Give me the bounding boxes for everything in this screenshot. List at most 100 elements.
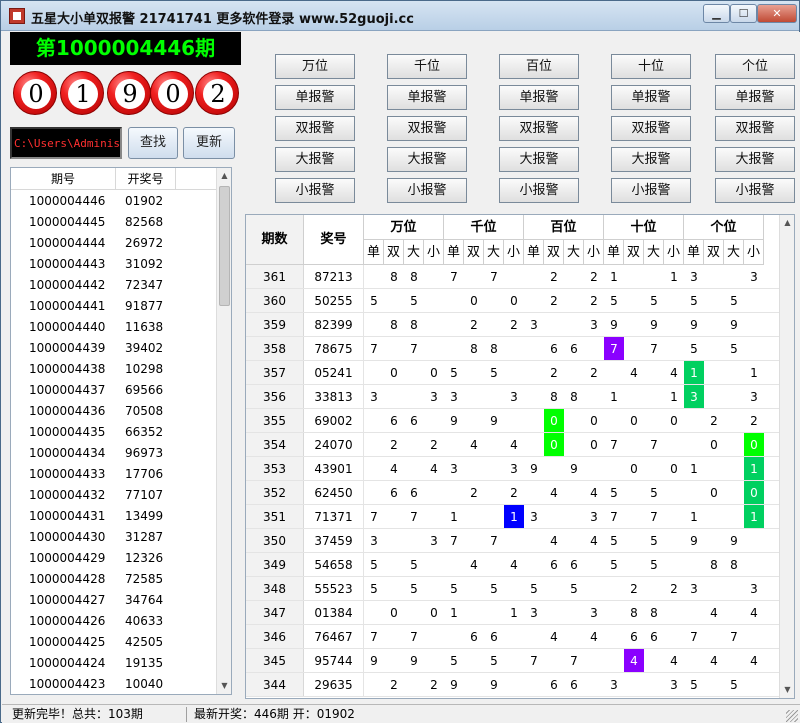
alarm-button[interactable]: 单报警 [387, 85, 467, 110]
history-scrollbar[interactable]: ▲ ▼ [216, 168, 231, 694]
alarm-button[interactable]: 双报警 [387, 116, 467, 141]
table-row[interactable]: 361 87213 8 8 7 7 2 2 1 1 3 3 [246, 265, 779, 289]
history-row[interactable]: 1000004425 42505 [11, 632, 216, 653]
table-cell: 5 [450, 582, 458, 596]
table-row[interactable]: 349 54658 5 5 4 4 6 6 5 5 8 8 [246, 553, 779, 577]
maximize-button[interactable]: ☐ [730, 4, 757, 23]
alarm-button[interactable]: 单报警 [611, 85, 691, 110]
table-row[interactable]: 355 69002 6 6 9 9 0 0 0 0 2 2 [246, 409, 779, 433]
scroll-up-icon[interactable]: ▲ [217, 168, 231, 184]
history-number: 13499 [125, 509, 164, 523]
history-row[interactable]: 1000004434 96973 [11, 443, 216, 464]
alarm-button[interactable]: 大报警 [715, 147, 795, 172]
table-row[interactable]: 354 24070 2 2 4 4 0 0 7 7 0 0 [246, 433, 779, 457]
history-row[interactable]: 1000004442 72347 [11, 275, 216, 296]
column-header-number[interactable]: 开奖号 [116, 168, 176, 190]
table-row[interactable]: 360 50255 5 5 0 0 2 2 5 5 5 5 [246, 289, 779, 313]
history-row[interactable]: 1000004445 82568 [11, 212, 216, 233]
history-row[interactable]: 1000004444 26972 [11, 233, 216, 254]
table-row[interactable]: 344 29635 2 2 9 9 6 6 3 3 5 5 [246, 673, 779, 697]
history-row[interactable]: 1000004431 13499 [11, 506, 216, 527]
history-row[interactable]: 1000004427 34764 [11, 590, 216, 611]
position-button-2[interactable]: 千位 [387, 54, 467, 79]
position-button-3[interactable]: 百位 [499, 54, 579, 79]
history-row[interactable]: 1000004423 10040 [11, 674, 216, 694]
alarm-button[interactable]: 单报警 [715, 85, 795, 110]
table-row[interactable]: 359 82399 8 8 2 2 3 3 9 9 9 9 [246, 313, 779, 337]
history-row[interactable]: 1000004443 31092 [11, 254, 216, 275]
history-row[interactable]: 1000004441 91877 [11, 296, 216, 317]
position-button-5[interactable]: 个位 [715, 54, 795, 79]
table-cell: 9 [730, 318, 738, 332]
history-row[interactable]: 1000004440 11638 [11, 317, 216, 338]
alarm-button[interactable]: 双报警 [275, 116, 355, 141]
path-input[interactable]: C:\Users\Administr [10, 127, 122, 159]
history-row[interactable]: 1000004432 77107 [11, 485, 216, 506]
minimize-button[interactable]: ▁ [703, 4, 730, 23]
table-row[interactable]: 353 43901 4 4 3 3 9 9 0 0 1 1 [246, 457, 779, 481]
history-period: 1000004437 [29, 383, 106, 397]
table-cell: 2 [710, 414, 718, 428]
scroll-down-icon[interactable]: ▼ [217, 678, 231, 694]
position-button-4[interactable]: 十位 [611, 54, 691, 79]
scroll-thumb[interactable] [219, 186, 230, 306]
table-cell [364, 457, 384, 480]
history-row[interactable]: 1000004446 01902 [11, 191, 216, 212]
table-row[interactable]: 352 62450 6 6 2 2 4 4 5 5 0 0 [246, 481, 779, 505]
table-row[interactable]: 357 05241 0 0 5 5 2 2 4 4 1 1 [246, 361, 779, 385]
alarm-button[interactable]: 大报警 [275, 147, 355, 172]
history-row[interactable]: 1000004435 66352 [11, 422, 216, 443]
row-period: 347 [246, 601, 304, 624]
table-row[interactable]: 356 33813 3 3 3 3 8 8 1 1 3 3 [246, 385, 779, 409]
table-cell [464, 409, 484, 432]
table-row[interactable]: 347 01384 0 0 1 1 3 3 8 8 4 4 [246, 601, 779, 625]
resize-grip-icon[interactable] [786, 710, 798, 722]
table-scrollbar[interactable]: ▲ ▼ [779, 215, 794, 698]
table-row[interactable]: 348 55523 5 5 5 5 5 5 2 2 3 3 [246, 577, 779, 601]
scroll-up-icon[interactable]: ▲ [780, 215, 794, 231]
table-row[interactable]: 346 76467 7 7 6 6 4 4 6 6 7 7 [246, 625, 779, 649]
table-cell: 4 [710, 654, 718, 668]
alarm-button[interactable]: 小报警 [387, 178, 467, 203]
history-row[interactable]: 1000004430 31287 [11, 527, 216, 548]
alarm-button[interactable]: 单报警 [275, 85, 355, 110]
column-header-period[interactable]: 期号 [11, 168, 116, 190]
history-row[interactable]: 1000004424 19135 [11, 653, 216, 674]
title-bar[interactable]: 五星大小单双报警 21741741 更多软件登录 www.52guoji.cc … [1, 1, 799, 31]
alarm-button[interactable]: 小报警 [611, 178, 691, 203]
alarm-button[interactable]: 大报警 [387, 147, 467, 172]
alarm-button[interactable]: 单报警 [499, 85, 579, 110]
table-cell [504, 649, 524, 672]
update-button[interactable]: 更新 [183, 127, 235, 159]
position-button-1[interactable]: 万位 [275, 54, 355, 79]
find-button[interactable]: 查找 [128, 127, 178, 159]
table-row[interactable]: 345 95744 9 9 5 5 7 7 4 4 4 4 [246, 649, 779, 673]
history-list[interactable]: 期号 开奖号 1000004446 01902 1000004445 82568 100… [10, 167, 232, 695]
alarm-button[interactable]: 双报警 [715, 116, 795, 141]
alarm-button[interactable]: 小报警 [715, 178, 795, 203]
history-row[interactable]: 1000004426 40633 [11, 611, 216, 632]
alarm-button[interactable]: 双报警 [611, 116, 691, 141]
alarm-button[interactable]: 大报警 [499, 147, 579, 172]
alarm-button[interactable]: 小报警 [275, 178, 355, 203]
close-button[interactable]: ✕ [757, 4, 797, 23]
history-row[interactable]: 1000004428 72585 [11, 569, 216, 590]
table-row[interactable]: 358 78675 7 7 8 8 6 6 7 7 5 5 [246, 337, 779, 361]
history-row[interactable]: 1000004437 69566 [11, 380, 216, 401]
alarm-button[interactable]: 双报警 [499, 116, 579, 141]
history-row[interactable]: 1000004438 10298 [11, 359, 216, 380]
alarm-button[interactable]: 小报警 [499, 178, 579, 203]
table-cell [384, 577, 404, 600]
history-row[interactable]: 1000004433 17706 [11, 464, 216, 485]
history-row[interactable]: 1000004429 12326 [11, 548, 216, 569]
alarm-button[interactable]: 大报警 [611, 147, 691, 172]
history-period: 1000004428 [29, 572, 106, 586]
status-latest: 最新开奖：446期 开：01902 [194, 707, 355, 721]
table-row[interactable]: 351 71371 7 7 1 1 3 3 7 7 1 1 [246, 505, 779, 529]
table-row[interactable]: 350 37459 3 3 7 7 4 4 5 5 9 9 [246, 529, 779, 553]
history-row[interactable]: 1000004436 70508 [11, 401, 216, 422]
table-cell: 0 [744, 481, 764, 504]
scroll-down-icon[interactable]: ▼ [780, 682, 794, 698]
analysis-table[interactable]: 期数 奖号 万位单双大小千位单双大小百位单双大小十位单双大小个位单双大小 361 87… [245, 214, 795, 699]
history-row[interactable]: 1000004439 39402 [11, 338, 216, 359]
